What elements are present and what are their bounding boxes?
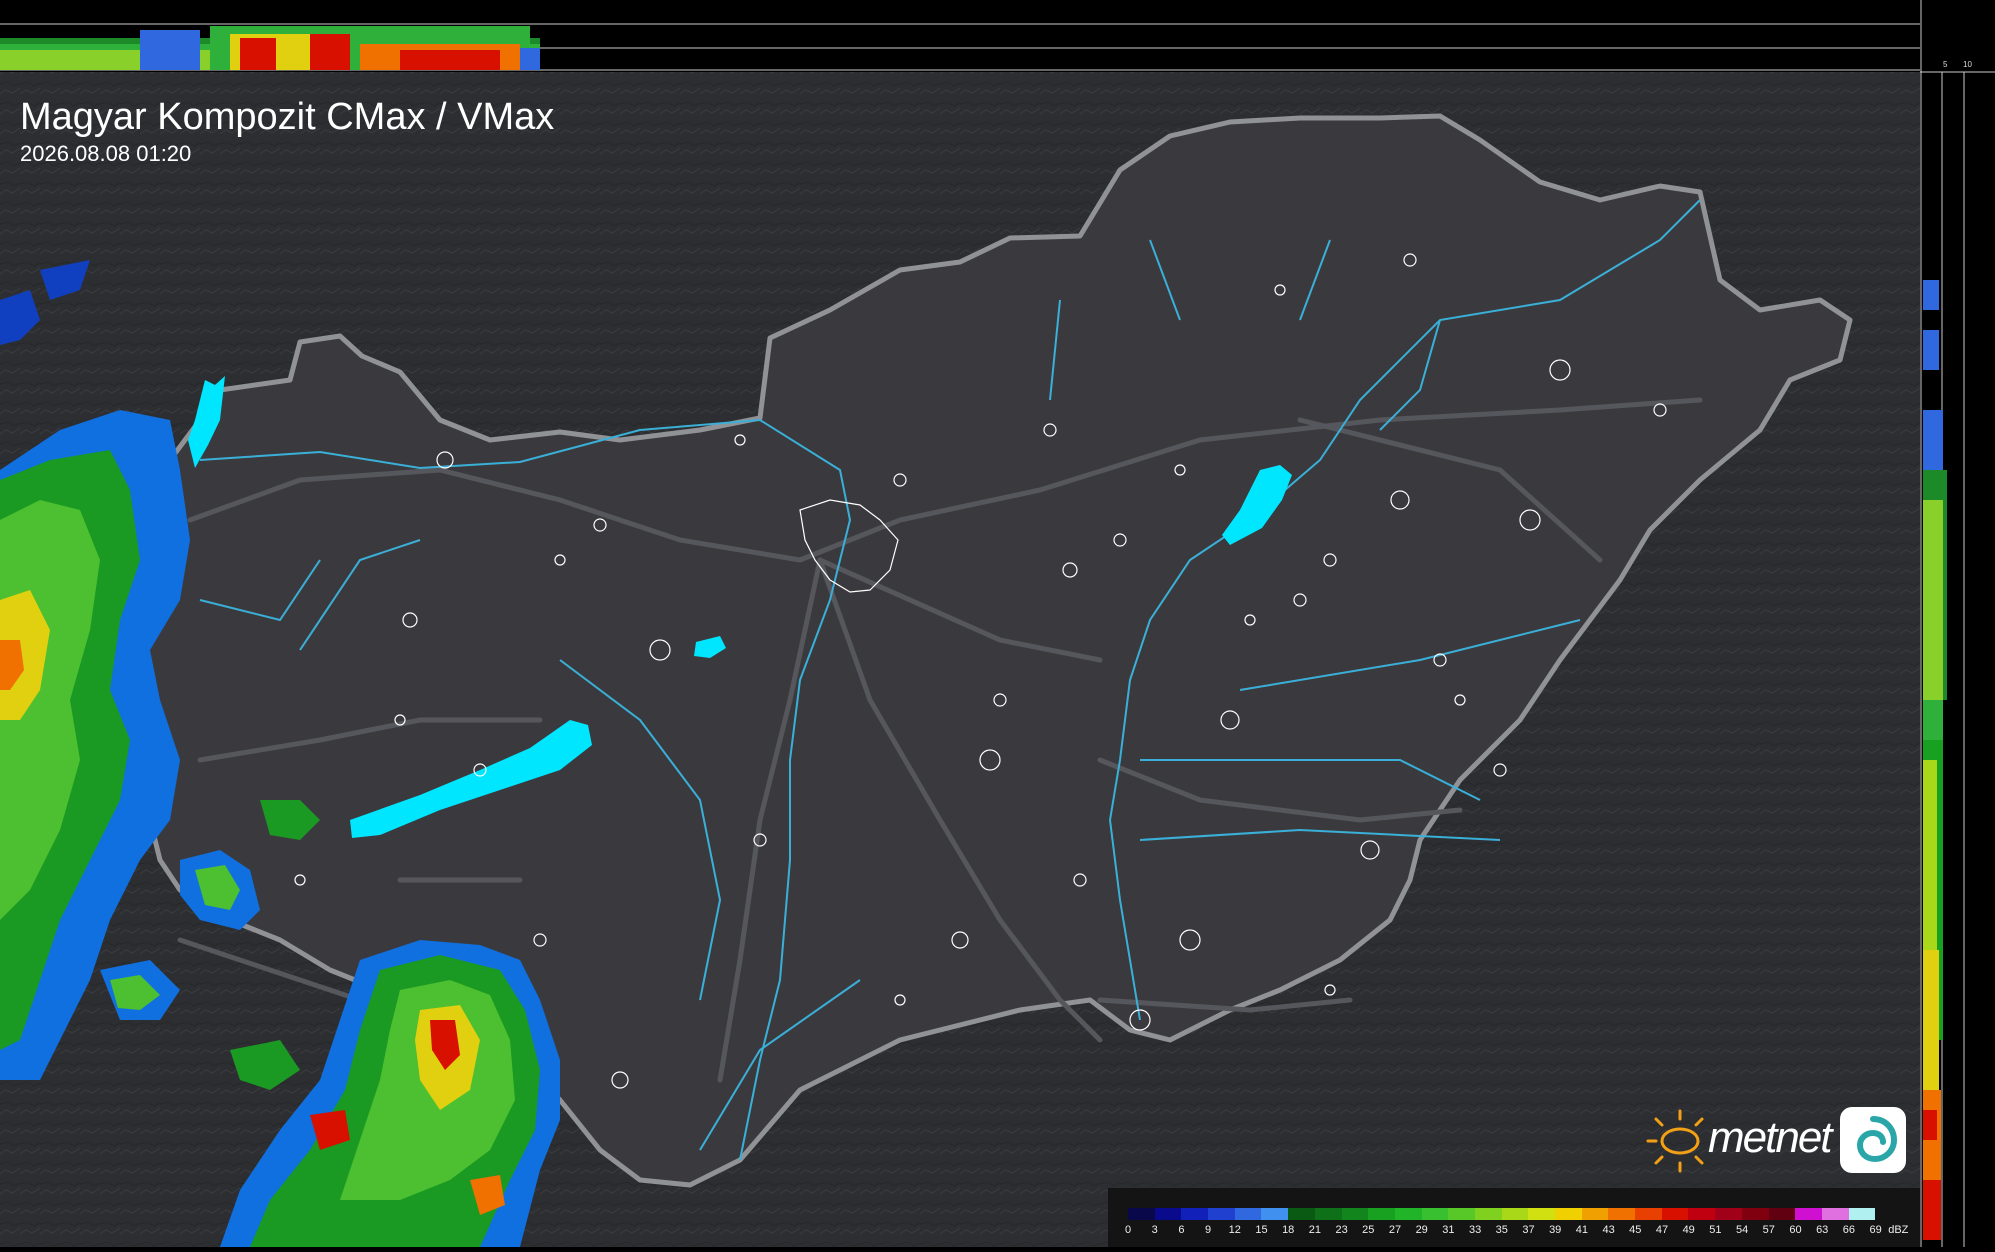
legend-swatch [1474, 1208, 1502, 1220]
legend-label: 66 [1842, 1224, 1856, 1236]
legend-swatch [1154, 1208, 1182, 1220]
legend-swatch [1234, 1208, 1262, 1220]
legend-label: 41 [1575, 1224, 1589, 1236]
legend-label: 54 [1735, 1224, 1749, 1236]
legend-swatch [1394, 1208, 1422, 1220]
legend-swatch [1181, 1208, 1209, 1220]
legend-label: 21 [1308, 1224, 1322, 1236]
legend-label: 15 [1255, 1224, 1268, 1236]
map-title: Magyar Kompozit CMax / VMax [20, 96, 555, 138]
legend-swatch [1208, 1208, 1235, 1220]
legend-label: 47 [1655, 1224, 1669, 1236]
legend-label: 37 [1522, 1224, 1535, 1236]
legend-label: 23 [1335, 1224, 1348, 1236]
legend-label: 31 [1442, 1224, 1455, 1236]
legend-label: 35 [1495, 1224, 1508, 1236]
right-profile-echoes [1923, 280, 1947, 1240]
legend-swatch [1581, 1208, 1609, 1220]
legend-label: 9 [1205, 1224, 1212, 1236]
legend-label: 39 [1549, 1224, 1562, 1236]
legend-swatch [1261, 1208, 1289, 1220]
legend-swatch [1741, 1208, 1769, 1220]
reflectivity-legend: 0 3 6 9 12 15 18 21 23 25 27 29 31 33 35 37 39 41 43 45 47 49… [1108, 1188, 1920, 1247]
legend-swatch [1555, 1208, 1582, 1220]
map-timestamp: 2026.08.08 01:20 [20, 141, 192, 166]
legend-label: 0 [1124, 1224, 1132, 1236]
legend-label: 29 [1415, 1224, 1428, 1236]
legend-swatch [1688, 1208, 1716, 1220]
legend-label: 69 [1869, 1224, 1882, 1236]
legend-label: 18 [1282, 1224, 1295, 1236]
brand-name: metnet [1708, 1113, 1833, 1162]
legend-label: 60 [1789, 1224, 1802, 1236]
right-scale-label-5: 5 [1943, 60, 1948, 69]
legend-swatch [1608, 1208, 1636, 1220]
map-header: Magyar Kompozit CMax / VMax 2026.08.08 0… [20, 95, 554, 169]
legend-swatch [1421, 1208, 1449, 1220]
legend-swatch [1448, 1208, 1475, 1220]
legend-label: 57 [1762, 1224, 1775, 1236]
legend-swatch [1341, 1208, 1369, 1220]
legend-label: 3 [1151, 1224, 1158, 1236]
legend-label: 49 [1682, 1224, 1695, 1236]
legend-label: 27 [1388, 1224, 1402, 1236]
legend-unit: dBZ [1888, 1224, 1909, 1236]
legend-color-bar [1128, 1208, 1876, 1220]
right-scale-label-10: 10 [1963, 60, 1972, 69]
east-west-profile-strip: 5 10 [1920, 0, 1995, 1247]
legend-label: 43 [1602, 1224, 1615, 1236]
legend-swatch [1288, 1208, 1315, 1220]
legend-swatch [1768, 1208, 1796, 1220]
legend-swatch [1821, 1208, 1849, 1220]
north-south-profile-strip: 10 5 [0, 0, 1934, 72]
legend-label: 51 [1709, 1224, 1722, 1236]
legend-swatch [1848, 1208, 1876, 1220]
legend-swatch [1715, 1208, 1742, 1220]
legend-label: 12 [1228, 1224, 1241, 1236]
legend-swatch [1528, 1208, 1555, 1220]
legend-swatch [1795, 1208, 1822, 1220]
swirl-icon [1840, 1107, 1906, 1173]
legend-label: 45 [1629, 1224, 1642, 1236]
legend-label: 6 [1178, 1224, 1185, 1236]
legend-swatch [1635, 1208, 1662, 1220]
top-profile-echoes [0, 26, 540, 70]
metnet-logo: metnet [1638, 1105, 1910, 1177]
legend-swatch [1661, 1208, 1689, 1220]
legend-swatch [1368, 1208, 1395, 1220]
legend-swatch [1501, 1208, 1529, 1220]
legend-label: 25 [1362, 1224, 1375, 1236]
legend-label: 33 [1468, 1224, 1482, 1236]
legend-swatch [1314, 1208, 1342, 1220]
legend-label: 63 [1816, 1224, 1829, 1236]
legend-swatch [1128, 1208, 1155, 1220]
radar-map[interactable]: metnet [0, 72, 1920, 1247]
sun-icon [1646, 1109, 1704, 1173]
